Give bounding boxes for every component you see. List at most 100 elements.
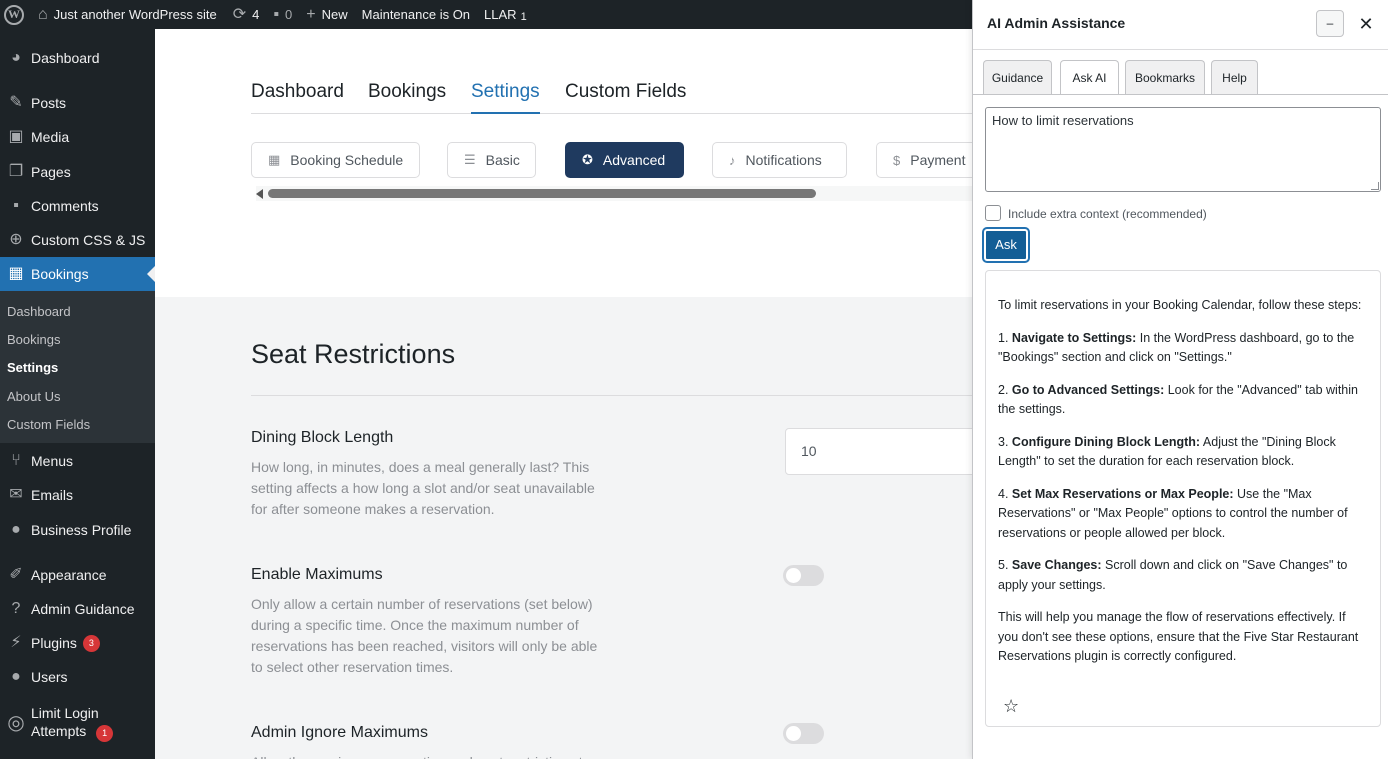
calendar-icon: ▦ [268, 152, 281, 167]
panel-header-divider [973, 49, 1388, 50]
sidebar-item-bookings[interactable]: ▦ Bookings [0, 257, 155, 291]
settings-tab-notifications[interactable]: ♪ Notifications [712, 142, 847, 178]
sidebar-item-appearance[interactable]: ✐ Appearance [0, 558, 155, 592]
section-title: Seat Restrictions [251, 339, 456, 369]
option-description-enable-maximums: Only allow a certain number of reservati… [251, 596, 598, 675]
option-description-admin-ignore-maximums: Allow the maximum reservation and seat r… [251, 752, 611, 759]
include-context-checkbox[interactable] [985, 205, 1001, 221]
sidebar-item-users[interactable]: ● Users [0, 660, 155, 694]
submenu-item-bookings[interactable]: Bookings [7, 332, 60, 347]
admin-ignore-maximums-toggle[interactable] [783, 723, 824, 744]
include-context-label[interactable]: Include extra context (recommended) [1008, 207, 1207, 221]
sidebar-item-label: Emails [31, 487, 74, 503]
settings-tab-label: Advanced [602, 152, 666, 168]
pages-icon: ❐ [8, 163, 24, 180]
sidebar-item-business-profile[interactable]: ● Business Profile [0, 513, 155, 547]
panel-tab-help[interactable]: Help [1211, 60, 1258, 95]
tab-dashboard[interactable]: Dashboard [251, 81, 344, 103]
sidebar-item-custom-css-js[interactable]: ⊕ Custom CSS & JS [0, 223, 155, 257]
dining-block-length-input[interactable]: 10 [785, 428, 985, 475]
sidebar-item-label: Media [31, 129, 70, 145]
users-icon: ● [11, 668, 21, 685]
llar-count: 1 [520, 10, 527, 23]
sidebar-item-label: Pages [31, 164, 71, 180]
llar-label: LLAR [484, 7, 517, 22]
sidebar-item-label: Menus [31, 453, 74, 469]
sidebar-item-plugins[interactable]: ⚡ Plugins 3 [0, 626, 155, 660]
updates-icon: ⟳ [232, 5, 247, 23]
answer-step: 4. Set Max Reservations or Max People: U… [998, 486, 1348, 540]
site-name-link[interactable]: ⌂ Just another WordPress site [28, 0, 224, 29]
star-icon[interactable]: ☆ [1003, 696, 1019, 717]
plugin-nav-tabs: Dashboard Bookings Settings Custom Field… [251, 81, 972, 114]
pin-icon: ✎ [9, 94, 23, 111]
utensils-icon: ⑂ [11, 452, 21, 469]
option-label-enable-maximums: Enable Maximums [251, 566, 383, 583]
sidebar-item-comments[interactable]: ▪ Comments [0, 189, 155, 223]
sidebar-item-menus[interactable]: ⑂ Menus [0, 444, 155, 478]
ai-answer-box: To limit reservations in your Booking Ca… [985, 270, 1381, 727]
comments-count: 0 [285, 7, 293, 22]
settings-tab-payment[interactable]: $ Payment [876, 142, 972, 178]
question-textarea[interactable]: How to limit reservations [985, 107, 1381, 192]
media-icon: ▣ [8, 128, 24, 145]
resize-handle-icon[interactable] [1371, 182, 1379, 190]
ask-button[interactable]: Ask [982, 227, 1030, 263]
sidebar-item-label: Bookings [31, 266, 89, 282]
option-label-dining-block-length: Dining Block Length [251, 429, 394, 446]
submenu-item-custom-fields[interactable]: Custom Fields [7, 417, 90, 432]
minimize-button[interactable]: – [1316, 10, 1344, 37]
sidebar-item-pages[interactable]: ❐ Pages [0, 155, 155, 189]
settings-tab-advanced[interactable]: ✪ Advanced [565, 142, 684, 178]
sidebar-item-label: Admin Guidance [31, 601, 135, 617]
answer-outro: This will help you manage the flow of re… [998, 610, 1359, 663]
sidebar-item-posts[interactable]: ✎ Posts [0, 86, 155, 120]
scroll-left-arrow-icon[interactable] [256, 189, 263, 199]
updates-link[interactable]: ⟳ 4 [224, 0, 267, 29]
submenu-item-about-us[interactable]: About Us [7, 389, 60, 404]
sidebar-item-admin-guidance[interactable]: ? Admin Guidance [0, 592, 155, 626]
sidebar-item-label: Plugins [31, 635, 77, 651]
sidebar-item-emails[interactable]: ✉ Emails [0, 478, 155, 512]
panel-tabs-divider [973, 94, 1388, 95]
tab-bookings[interactable]: Bookings [368, 81, 446, 103]
sidebar-item-label: Appearance [31, 567, 107, 583]
scrollbar-thumb[interactable] [268, 189, 816, 198]
enable-maximums-toggle[interactable] [783, 565, 824, 586]
plugins-update-badge: 3 [82, 634, 100, 652]
settings-tab-basic[interactable]: ☰ Basic [447, 142, 536, 178]
ai-assistant-panel: AI Admin Assistance – ✕ Guidance Ask AI … [972, 0, 1388, 759]
submenu-item-settings[interactable]: Settings [7, 360, 58, 375]
tab-settings[interactable]: Settings [471, 81, 540, 114]
sidebar-item-label: Posts [31, 95, 67, 111]
tab-custom-fields[interactable]: Custom Fields [565, 81, 686, 103]
wordpress-logo-button[interactable]: W [0, 0, 28, 29]
wordpress-icon: W [4, 4, 24, 25]
tabs-scrollbar[interactable] [256, 186, 972, 201]
submenu-item-dashboard[interactable]: Dashboard [7, 304, 71, 319]
panel-tab-guidance[interactable]: Guidance [983, 60, 1052, 95]
site-name: Just another WordPress site [53, 7, 217, 22]
panel-tab-bookmarks[interactable]: Bookmarks [1125, 60, 1205, 95]
close-button[interactable]: ✕ [1356, 12, 1376, 36]
new-content-link[interactable]: + New [299, 0, 354, 29]
settings-tab-label: Booking Schedule [290, 152, 404, 168]
plus-circle-icon: ⊕ [9, 231, 23, 248]
lines-icon: ☰ [464, 152, 476, 167]
sidebar-item-label: Comments [31, 198, 99, 214]
llar-link[interactable]: LLAR 1 [477, 0, 534, 29]
award-icon: ✪ [582, 152, 593, 167]
sidebar-item-label: Users [31, 669, 68, 685]
sidebar-item-limit-login-attempts[interactable]: ◎ Limit Login Attempts 1 [0, 702, 155, 744]
option-label-admin-ignore-maximums: Admin Ignore Maximums [251, 724, 428, 741]
comments-link[interactable]: ▪ 0 [266, 0, 299, 29]
panel-tab-ask-ai[interactable]: Ask AI [1060, 60, 1119, 95]
sidebar-item-dashboard[interactable]: ◕ Dashboard [0, 41, 155, 75]
settings-tab-booking-schedule[interactable]: ▦ Booking Schedule [251, 142, 420, 178]
settings-tab-label: Basic [485, 152, 520, 168]
plugin-header: Dashboard Bookings Settings Custom Field… [155, 29, 972, 297]
sidebar-item-media[interactable]: ▣ Media [0, 120, 155, 154]
option-description-dining-block-length: How long, in minutes, does a meal genera… [251, 459, 595, 517]
question-icon: ? [11, 600, 21, 617]
maintenance-status-link[interactable]: Maintenance is On [355, 0, 477, 29]
